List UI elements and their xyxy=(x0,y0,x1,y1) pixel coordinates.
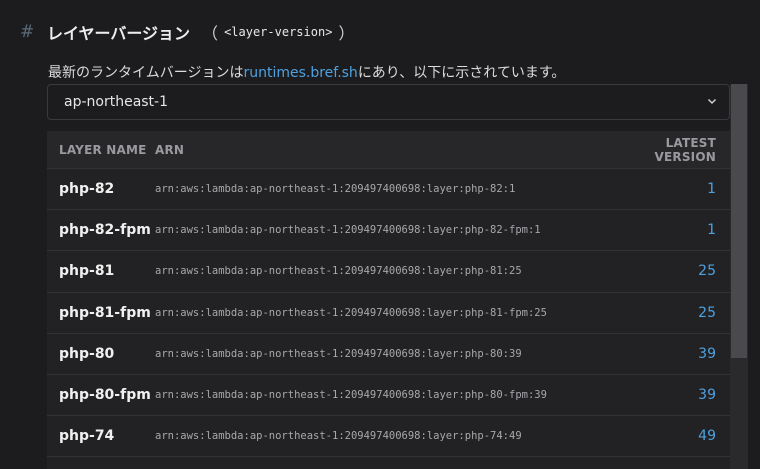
paren-open: （ xyxy=(202,24,219,43)
description-before: 最新のランタイムバージョンは xyxy=(48,65,244,81)
layer-arn: arn:aws:lambda:ap-northeast-1:2094974006… xyxy=(155,389,547,402)
header-latest-version: LATEST VERSION xyxy=(654,135,716,164)
anchor-link[interactable]: # xyxy=(20,22,47,42)
chevron-down-icon xyxy=(707,98,717,105)
layer-version[interactable]: 49 xyxy=(610,428,730,444)
layer-version[interactable]: 25 xyxy=(610,263,730,279)
header-layer-name: LAYER NAME xyxy=(59,142,147,157)
layer-version[interactable]: 39 xyxy=(610,346,730,362)
layer-arn: arn:aws:lambda:ap-northeast-1:2094974006… xyxy=(155,183,516,196)
layer-name: php-80-fpm xyxy=(59,387,151,404)
paren-close: ） xyxy=(338,24,355,43)
layer-arn: arn:aws:lambda:ap-northeast-1:2094974006… xyxy=(155,224,541,237)
layer-name: php-82-fpm xyxy=(59,222,151,239)
scrollbar-thumb[interactable] xyxy=(731,84,747,358)
layer-name: php-82 xyxy=(59,181,115,198)
table-row: php-81-fpm arn:aws:lambda:ap-northeast-1:… xyxy=(47,293,730,334)
table-row: php-74 arn:aws:lambda:ap-northeast-1:2094… xyxy=(47,416,730,458)
region-select[interactable]: ap-northeast-1 xyxy=(47,84,730,120)
layer-version[interactable]: 25 xyxy=(610,305,730,321)
layer-version[interactable]: 39 xyxy=(610,387,730,403)
section-heading: # レイヤーバージョン （ <layer-version> ） xyxy=(20,18,354,46)
layer-arn: arn:aws:lambda:ap-northeast-1:2094974006… xyxy=(155,430,522,443)
layer-version[interactable]: 1 xyxy=(610,181,730,197)
table-row: php-82-fpm arn:aws:lambda:ap-northeast-1:… xyxy=(47,210,730,252)
table-row: php-82 arn:aws:lambda:ap-northeast-1:2094… xyxy=(47,169,730,211)
layer-version[interactable]: 1 xyxy=(610,222,730,238)
header-arn: ARN xyxy=(155,142,185,157)
layer-arn: arn:aws:lambda:ap-northeast-1:2094974006… xyxy=(155,347,522,360)
layer-version-code: <layer-version> xyxy=(224,25,333,39)
layer-name: php-74 xyxy=(59,428,115,445)
table-row: php-80 arn:aws:lambda:ap-northeast-1:2094… xyxy=(47,334,730,375)
layer-name: php-81 xyxy=(59,263,115,280)
layer-name: php-81-fpm xyxy=(59,304,151,321)
description-after: にあり、以下に示されています。 xyxy=(357,65,566,81)
layer-arn: arn:aws:lambda:ap-northeast-1:2094974006… xyxy=(155,265,522,278)
table-row: php-81 arn:aws:lambda:ap-northeast-1:2094… xyxy=(47,251,730,293)
table-body: php-82 arn:aws:lambda:ap-northeast-1:2094… xyxy=(47,169,730,458)
table-row: php-80-fpm arn:aws:lambda:ap-northeast-1:… xyxy=(47,375,730,417)
table-header: LAYER NAME ARN LATEST VERSION xyxy=(47,131,730,169)
scrollbar[interactable] xyxy=(730,84,748,469)
page-title: レイヤーバージョン xyxy=(47,24,191,43)
layers-table: LAYER NAME ARN LATEST VERSION php-82 arn:… xyxy=(47,131,730,469)
layer-name: php-80 xyxy=(59,345,115,362)
description: 最新のランタイムバージョンはruntimes.bref.shにあり、以下に示され… xyxy=(48,62,565,82)
region-select-value: ap-northeast-1 xyxy=(64,94,169,110)
layer-arn: arn:aws:lambda:ap-northeast-1:2094974006… xyxy=(155,306,547,319)
runtimes-link[interactable]: runtimes.bref.sh xyxy=(243,65,357,81)
